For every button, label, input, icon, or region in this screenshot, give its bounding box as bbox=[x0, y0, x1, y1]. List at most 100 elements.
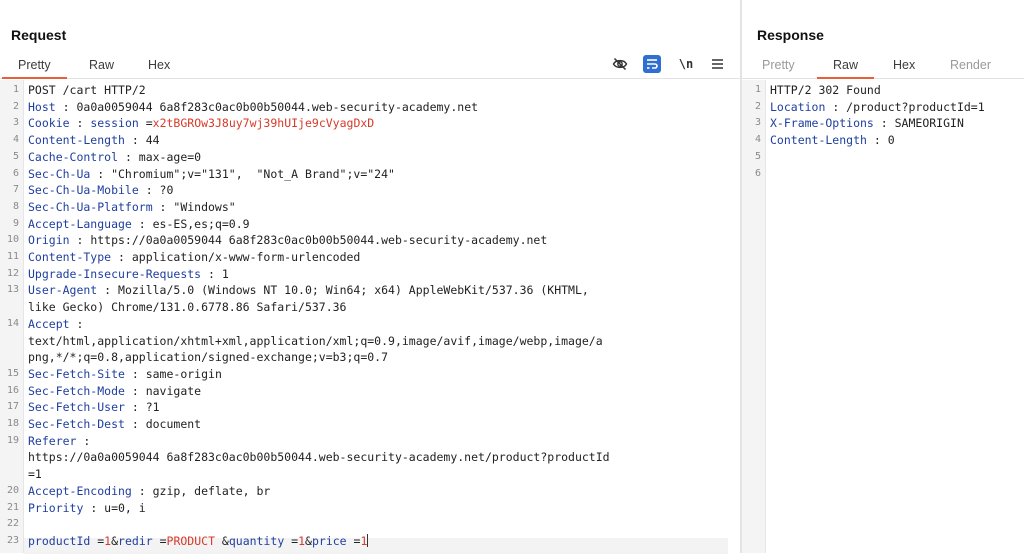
line-number: 11 bbox=[6, 251, 19, 262]
line-number: 22 bbox=[6, 518, 19, 530]
text-segment: : 1 bbox=[201, 266, 229, 281]
text-segment: text/html,application/xhtml+xml,applicat… bbox=[28, 333, 603, 348]
text-segment: : 0a0a0059044 6a8f283c0ac0b00b50044.web-… bbox=[55, 99, 479, 114]
text-segment: : 0 bbox=[866, 133, 895, 148]
header-name: Accept bbox=[28, 316, 70, 331]
request-title: Request bbox=[11, 27, 67, 43]
header-name: Upgrade-Insecure-Requests bbox=[28, 266, 202, 281]
line-text: Origin : https://0a0a0059044 6a8f283c0ac… bbox=[28, 232, 547, 249]
line-text: Sec-Fetch-Site : same-origin bbox=[28, 366, 222, 383]
line-number: 13 bbox=[6, 284, 19, 296]
line-number: 8 bbox=[12, 200, 19, 212]
tab-pretty[interactable]: Pretty bbox=[762, 58, 795, 72]
line-text: Accept-Encoding : gzip, deflate, br bbox=[28, 483, 270, 500]
header-name: Origin bbox=[28, 233, 70, 248]
line-number: 5 bbox=[754, 150, 761, 162]
header-name: Host bbox=[28, 99, 56, 114]
header-name: redir bbox=[118, 533, 153, 548]
tab-raw[interactable]: Raw bbox=[816, 58, 875, 79]
line-number: 6 bbox=[12, 167, 19, 179]
param-value: 1 bbox=[298, 533, 306, 548]
text-segment: : "Windows" bbox=[152, 199, 236, 214]
line-text: Content-Type : application/x-www-form-ur… bbox=[28, 249, 360, 266]
line-number: 3 bbox=[12, 117, 19, 129]
line-text: Accept-Language : es-ES,es;q=0.9 bbox=[28, 216, 250, 233]
text-segment: = bbox=[346, 533, 361, 548]
line-number: 7 bbox=[12, 184, 19, 196]
line-number: 9 bbox=[12, 217, 19, 229]
request-pane: Request Pretty Raw Hex \n 1 POST /cart HT… bbox=[0, 0, 740, 554]
line-text: Sec-Fetch-Dest : document bbox=[28, 416, 201, 433]
line-number: 3 bbox=[754, 117, 761, 129]
word-wrap-icon[interactable] bbox=[643, 55, 661, 73]
line-text: Sec-Fetch-Mode : navigate bbox=[28, 383, 201, 400]
header-name: Sec-Fetch-User bbox=[28, 400, 125, 415]
tab-pretty[interactable]: Pretty bbox=[2, 58, 67, 79]
param-value: PRODUCT bbox=[166, 533, 215, 548]
line-number: 4 bbox=[12, 134, 19, 146]
text-segment: : Mozilla/5.0 (Windows NT 10.0; Win64; x… bbox=[97, 283, 589, 298]
line-text: Sec-Fetch-User : ?1 bbox=[28, 399, 160, 416]
header-name: Sec-Fetch-Site bbox=[28, 366, 125, 381]
text-segment: = bbox=[90, 533, 105, 548]
eye-off-icon[interactable] bbox=[611, 55, 629, 73]
line-number: 20 bbox=[6, 484, 19, 496]
header-name: Sec-Ch-Ua-Platform bbox=[28, 199, 153, 214]
text-caret bbox=[367, 533, 369, 547]
line-text: X-Frame-Options : SAMEORIGIN bbox=[770, 115, 964, 132]
text-segment: & bbox=[111, 533, 119, 548]
text-segment: : u=0, i bbox=[83, 500, 146, 515]
text-segment: : gzip, deflate, br bbox=[131, 483, 271, 498]
header-name: Sec-Ch-Ua-Mobile bbox=[28, 183, 139, 198]
text-segment: : bbox=[69, 316, 84, 331]
line-number: 1 bbox=[754, 84, 761, 95]
tab-render[interactable]: Render bbox=[950, 58, 991, 72]
line-text: productId =1&redir =PRODUCT &quantity =1… bbox=[28, 533, 369, 550]
header-name: Content-Length bbox=[28, 133, 125, 148]
header-name: price bbox=[311, 533, 347, 548]
header-name: User-Agent bbox=[28, 283, 98, 298]
text-segment: : bbox=[69, 116, 91, 131]
text-segment: : bbox=[76, 433, 91, 448]
request-editor[interactable]: 1 POST /cart HTTP/2 2 Host : 0a0a0059044 6a… bbox=[0, 80, 740, 554]
header-name: Cookie bbox=[28, 116, 70, 131]
header-name: Accept-Encoding bbox=[28, 483, 132, 498]
line-text: User-Agent : Mozilla/5.0 (Windows NT 10.… bbox=[28, 282, 589, 299]
text-segment: https://0a0a0059044 6a8f283c0ac0b00b5004… bbox=[28, 450, 610, 465]
line-number: 16 bbox=[6, 384, 19, 396]
header-name: Referer bbox=[28, 433, 77, 448]
line-number: 1 bbox=[12, 84, 19, 95]
text-segment: = bbox=[284, 533, 299, 548]
newline-icon[interactable]: \n bbox=[677, 55, 695, 73]
header-name: session bbox=[90, 116, 139, 131]
text-segment: : max-age=0 bbox=[118, 149, 202, 164]
tab-raw[interactable]: Raw bbox=[89, 58, 114, 72]
line-text: Content-Length : 0 bbox=[770, 132, 895, 149]
response-tabs: Pretty Raw Hex Render bbox=[742, 52, 1024, 79]
line-text: POST /cart HTTP/2 bbox=[28, 82, 146, 99]
tab-hex[interactable]: Hex bbox=[148, 58, 170, 72]
line-number: 21 bbox=[6, 501, 19, 513]
header-name: X-Frame-Options bbox=[770, 116, 874, 131]
header-name: Content-Type bbox=[28, 250, 112, 264]
line-text: Sec-Ch-Ua-Platform : "Windows" bbox=[28, 199, 236, 216]
line-number: 2 bbox=[754, 100, 761, 112]
response-editor[interactable]: 1 HTTP/2 302 Found 2 Location : /product?pr… bbox=[742, 80, 1024, 553]
line-text: like Gecko) Chrome/131.0.6778.86 Safari/… bbox=[28, 299, 347, 316]
hamburger-menu-icon[interactable] bbox=[708, 55, 726, 73]
header-name: productId bbox=[28, 533, 91, 548]
header-name: Sec-Fetch-Mode bbox=[28, 383, 125, 398]
line-text: Referer : bbox=[28, 433, 90, 450]
line-text: Content-Length : 44 bbox=[28, 132, 160, 149]
line-text: Accept : bbox=[28, 316, 83, 333]
text-segment: like Gecko) Chrome/131.0.6778.86 Safari/… bbox=[28, 300, 347, 315]
line-text: Cache-Control : max-age=0 bbox=[28, 149, 201, 166]
line-text: text/html,application/xhtml+xml,applicat… bbox=[28, 333, 603, 350]
line-text: png,*/*;q=0.8,application/signed-exchang… bbox=[28, 349, 388, 366]
text-segment: : 44 bbox=[124, 133, 160, 148]
tab-hex[interactable]: Hex bbox=[893, 58, 915, 72]
line-text: https://0a0a0059044 6a8f283c0ac0b00b5004… bbox=[28, 449, 610, 466]
line-text: Location : /product?productId=1 bbox=[770, 99, 985, 116]
text-segment: = bbox=[138, 116, 153, 131]
line-number: 4 bbox=[754, 134, 761, 146]
